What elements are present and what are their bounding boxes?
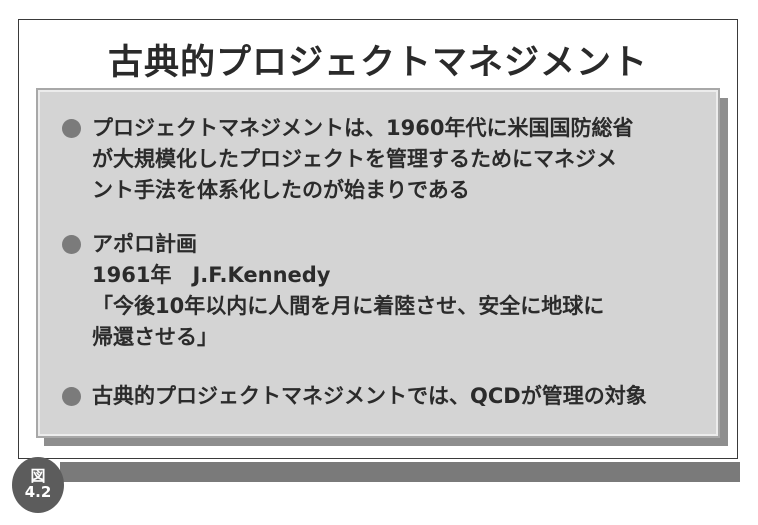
bullet-text: プロジェクトマネジメントは、1960年代に米国国防総省 が大規模化したプロジェク… [92, 113, 633, 206]
bullet-line: が大規模化したプロジェクトを管理するためにマネジメ [92, 147, 617, 171]
bullet-line: 1961年 J.F.Kennedy [92, 263, 331, 287]
bullet-dot-icon [62, 387, 81, 406]
slide-title: 古典的プロジェクトマネジメント [107, 43, 648, 83]
bullet-line: プロジェクトマネジメントは、1960年代に米国国防総省 [92, 116, 634, 140]
figure-number-badge: 図 4.2 [12, 457, 64, 513]
bullet-line: アポロ計画 [92, 232, 197, 256]
bullet-line: 帰還させる」 [92, 325, 218, 349]
figure-page: 古典的プロジェクトマネジメント プロジェクトマネジメントは、1960年代に米国国… [0, 0, 758, 525]
figure-number: 4.2 [24, 483, 52, 501]
bullet-line: 古典的プロジェクトマネジメントでは、QCDが管理の対象 [92, 384, 647, 408]
bullet-text: アポロ計画 1961年 J.F.Kennedy 「今後10年以内に人間を月に着陸… [92, 229, 604, 353]
bullet-dot-icon [62, 119, 81, 138]
figure-label: 図 [30, 467, 46, 485]
bullet-text: 古典的プロジェクトマネジメントでは、QCDが管理の対象 [92, 381, 647, 412]
bullet-dot-icon [62, 235, 81, 254]
bottom-rule [60, 462, 740, 482]
bullet-line: ント手法を体系化したのが始まりである [92, 178, 470, 202]
bullet-line: 「今後10年以内に人間を月に着陸させ、安全に地球に [92, 294, 605, 318]
